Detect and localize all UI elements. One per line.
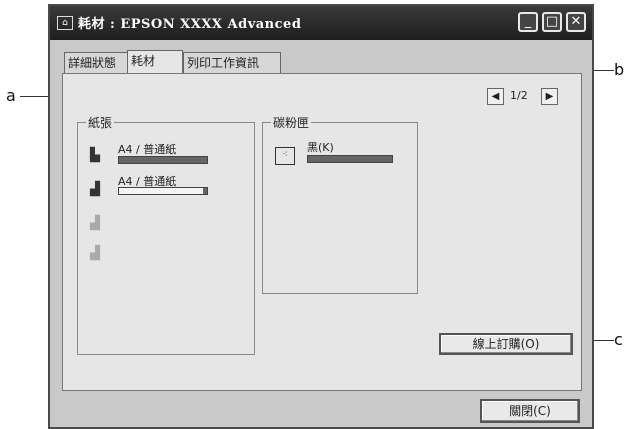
prev-page-button[interactable]: ◀ — [487, 88, 504, 105]
toner-group: 碳粉匣 ⁖ 黑(K) — [262, 114, 418, 294]
callout-c: c — [614, 330, 623, 349]
callout-a: a — [6, 86, 16, 105]
consumables-window: ⌂ 耗材 : EPSON XXXX Advanced _ □ ✕ 詳細狀態 耗材… — [48, 4, 594, 429]
callout-b: b — [614, 60, 625, 79]
paper-tray-1-icon: ▙ — [90, 148, 100, 163]
close-icon[interactable]: ✕ — [566, 12, 586, 32]
paper-tray-1-level — [118, 156, 208, 164]
page-indicator: 1/2 — [510, 89, 528, 102]
toner-group-label: 碳粉匣 — [271, 114, 312, 131]
close-button[interactable]: 關閉(C) — [480, 399, 580, 423]
toner-black-level — [307, 155, 393, 163]
consumables-panel: 紙張 ▙ A4 / 普通紙 ▟ A4 / 普通紙 ▟ ▟ 碳粉匣 ⁖ 黑(K) … — [62, 73, 582, 391]
paper-tray-2-icon: ▟ — [90, 182, 100, 197]
paper-group-label: 紙張 — [86, 114, 115, 131]
tab-print-job-info[interactable]: 列印工作資訊 — [183, 52, 281, 73]
paper-group: 紙張 ▙ A4 / 普通紙 ▟ A4 / 普通紙 ▟ ▟ — [77, 114, 255, 355]
window-title: 耗材 : EPSON XXXX Advanced — [78, 17, 302, 32]
order-online-button[interactable]: 線上訂購(O) — [439, 333, 573, 355]
paper-tray-4-icon: ▟ — [90, 246, 100, 261]
toner-black-label: 黑(K) — [307, 141, 334, 154]
next-page-button[interactable]: ▶ — [541, 88, 558, 105]
tab-consumables[interactable]: 耗材 — [127, 50, 183, 74]
toner-cartridge-icon: ⁖ — [275, 147, 295, 165]
minimize-icon[interactable]: _ — [518, 12, 538, 32]
paper-tray-3-icon: ▟ — [90, 216, 100, 231]
paper-tray-1-label: A4 / 普通紙 — [118, 143, 177, 156]
paper-tray-2-level — [118, 187, 208, 195]
printer-status-icon: ⌂ — [57, 16, 73, 30]
title-bar[interactable]: ⌂ 耗材 : EPSON XXXX Advanced _ □ ✕ — [50, 6, 592, 40]
maximize-icon[interactable]: □ — [542, 12, 562, 32]
tab-detailed-status[interactable]: 詳細狀態 — [64, 52, 128, 73]
